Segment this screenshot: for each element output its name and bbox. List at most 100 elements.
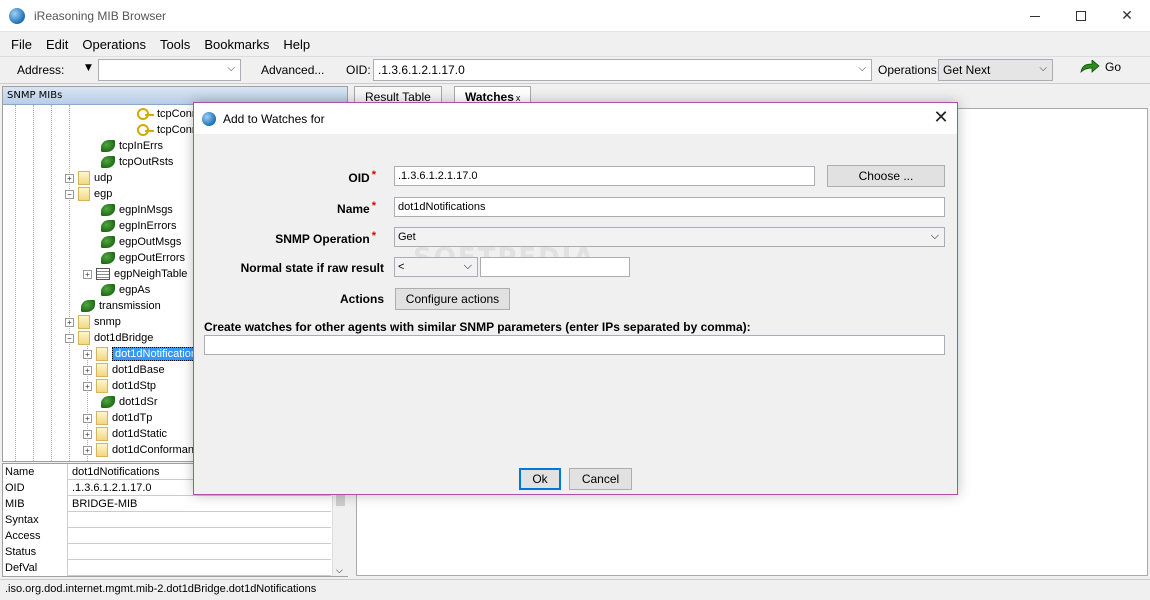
- folder-icon: [96, 347, 108, 361]
- tree-node[interactable]: egpOutMsgs: [101, 234, 181, 250]
- snmp-operation-label: SNMP Operation *: [214, 230, 376, 246]
- table-row: Status: [3, 544, 331, 560]
- add-to-watches-dialog: Add to Watches for ✕ SOFTPEDIA OID* .1.3…: [193, 102, 958, 495]
- tree-node[interactable]: tcpInErrs: [101, 138, 163, 154]
- expand-icon[interactable]: +: [83, 445, 92, 455]
- property-key: Name: [3, 464, 68, 480]
- menu-help[interactable]: Help: [276, 37, 317, 52]
- status-text: .iso.org.dod.internet.mgmt.mib-2.dot1dBr…: [5, 583, 317, 595]
- property-value: [69, 544, 331, 560]
- operations-label: Operations:: [878, 63, 941, 77]
- name-label-text: Name: [337, 202, 370, 216]
- oid-input[interactable]: .1.3.6.1.2.1.17.0: [394, 166, 815, 186]
- expand-icon[interactable]: +: [83, 413, 92, 423]
- status-bar: .iso.org.dod.internet.mgmt.mib-2.dot1dBr…: [0, 579, 1150, 600]
- cancel-button[interactable]: Cancel: [569, 468, 632, 490]
- tree-node[interactable]: tcpConn: [137, 122, 198, 138]
- toolbar: Address: ▼ ⌵ Advanced... OID: .1.3.6.1.2…: [0, 56, 1150, 84]
- snmp-operation-select[interactable]: Get ⌵: [394, 227, 945, 247]
- normal-state-operator-select[interactable]: < ⌵: [394, 257, 478, 277]
- expand-icon[interactable]: +: [83, 269, 92, 279]
- tree-node-label: udp: [94, 172, 113, 184]
- property-key: OID: [3, 480, 68, 496]
- tree-node[interactable]: + dot1dStatic: [83, 426, 167, 442]
- tree-node[interactable]: + dot1dTp: [83, 410, 152, 426]
- tree-node[interactable]: egpAs: [101, 282, 150, 298]
- other-agents-input[interactable]: [204, 335, 945, 355]
- collapse-icon[interactable]: −: [65, 189, 74, 199]
- tree-node[interactable]: + snmp: [65, 314, 121, 330]
- expand-icon[interactable]: +: [65, 317, 74, 327]
- tree-node-label: tcpConn: [157, 124, 198, 136]
- maximize-button[interactable]: [1058, 0, 1104, 32]
- tree-node[interactable]: dot1dSr: [101, 394, 158, 410]
- property-key: MIB: [3, 496, 68, 512]
- menu-edit[interactable]: Edit: [39, 37, 75, 52]
- folder-icon: [78, 331, 90, 345]
- dialog-close-button[interactable]: ✕: [929, 107, 953, 131]
- collapse-icon[interactable]: −: [65, 333, 74, 343]
- table-row: Syntax: [3, 512, 331, 528]
- tree-node[interactable]: + dot1dStp: [83, 378, 156, 394]
- chevron-down-icon: ⌵: [1039, 63, 1047, 74]
- dialog-title: Add to Watches for: [223, 112, 325, 126]
- operations-select[interactable]: Get Next ⌵: [938, 59, 1053, 81]
- go-button[interactable]: Go: [1080, 60, 1121, 74]
- minimize-button[interactable]: [1012, 0, 1058, 32]
- address-combo[interactable]: ⌵: [98, 59, 241, 81]
- tree-node[interactable]: + dot1dConformance: [83, 442, 206, 458]
- expand-icon[interactable]: +: [83, 381, 92, 391]
- go-label: Go: [1105, 60, 1122, 74]
- close-button[interactable]: ✕: [1104, 0, 1150, 32]
- property-value: [69, 560, 331, 576]
- advanced-button[interactable]: Advanced...: [261, 63, 324, 77]
- oid-combo[interactable]: .1.3.6.1.2.1.17.0 ⌵: [373, 59, 872, 81]
- menu-operations[interactable]: Operations: [75, 37, 153, 52]
- configure-actions-button[interactable]: Configure actions: [395, 288, 510, 310]
- close-icon: ✕: [933, 107, 949, 128]
- tree-node-label: egpNeighTable: [114, 268, 188, 280]
- menu-bar: File Edit Operations Tools Bookmarks Hel…: [0, 33, 1150, 55]
- tree-node-label: dot1dNotifications: [112, 347, 206, 361]
- leaf-icon: [101, 236, 115, 248]
- tree-node[interactable]: egpInMsgs: [101, 202, 173, 218]
- menu-bookmarks[interactable]: Bookmarks: [197, 37, 276, 52]
- tree-node[interactable]: egpInErrors: [101, 218, 176, 234]
- menu-tools[interactable]: Tools: [153, 37, 197, 52]
- table-row: MIB BRIDGE-MIB: [3, 496, 331, 512]
- expand-icon[interactable]: +: [65, 173, 74, 183]
- tree-node-label: tcpInErrs: [119, 140, 164, 152]
- window-title: iReasoning MIB Browser: [34, 9, 167, 23]
- tree-node-label: transmission: [99, 300, 161, 312]
- tree-node[interactable]: − dot1dBridge: [65, 330, 153, 346]
- tree-node-label: tcpOutRsts: [119, 156, 174, 168]
- tree-node[interactable]: − egp: [65, 186, 112, 202]
- minimize-icon: [1030, 15, 1040, 17]
- name-input[interactable]: dot1dNotifications: [394, 197, 945, 217]
- tree-node-label: dot1dStp: [112, 380, 157, 392]
- tree-node[interactable]: egpOutErrors: [101, 250, 185, 266]
- tree-node[interactable]: + udp: [65, 170, 112, 186]
- tree-node[interactable]: tcpOutRsts: [101, 154, 173, 170]
- tree-node[interactable]: + dot1dBase: [83, 362, 165, 378]
- normal-state-value-input[interactable]: [480, 257, 630, 277]
- tree-node-label: dot1dSr: [119, 396, 158, 408]
- tree-node-label: egpInErrors: [119, 220, 177, 232]
- key-icon: [137, 108, 154, 120]
- menu-file[interactable]: File: [4, 37, 39, 52]
- property-value: BRIDGE-MIB: [72, 498, 138, 510]
- tree-node-selected[interactable]: + dot1dNotifications: [83, 346, 206, 362]
- expand-icon[interactable]: +: [83, 349, 92, 359]
- choose-button[interactable]: Choose ...: [827, 165, 945, 187]
- address-dropdown-icon[interactable]: ▼: [85, 63, 92, 73]
- tree-node[interactable]: tcpConn: [137, 106, 198, 122]
- tree-node-label: snmp: [94, 316, 121, 328]
- ok-button[interactable]: Ok: [519, 468, 561, 490]
- tree-node[interactable]: transmission: [81, 298, 161, 314]
- oid-value: .1.3.6.1.2.1.17.0: [378, 63, 465, 77]
- chevron-down-icon[interactable]: ⌵: [336, 566, 343, 576]
- expand-icon[interactable]: +: [83, 365, 92, 375]
- tree-node-label: tcpConn: [157, 108, 198, 120]
- expand-icon[interactable]: +: [83, 429, 92, 439]
- tree-node[interactable]: + egpNeighTable: [83, 266, 187, 282]
